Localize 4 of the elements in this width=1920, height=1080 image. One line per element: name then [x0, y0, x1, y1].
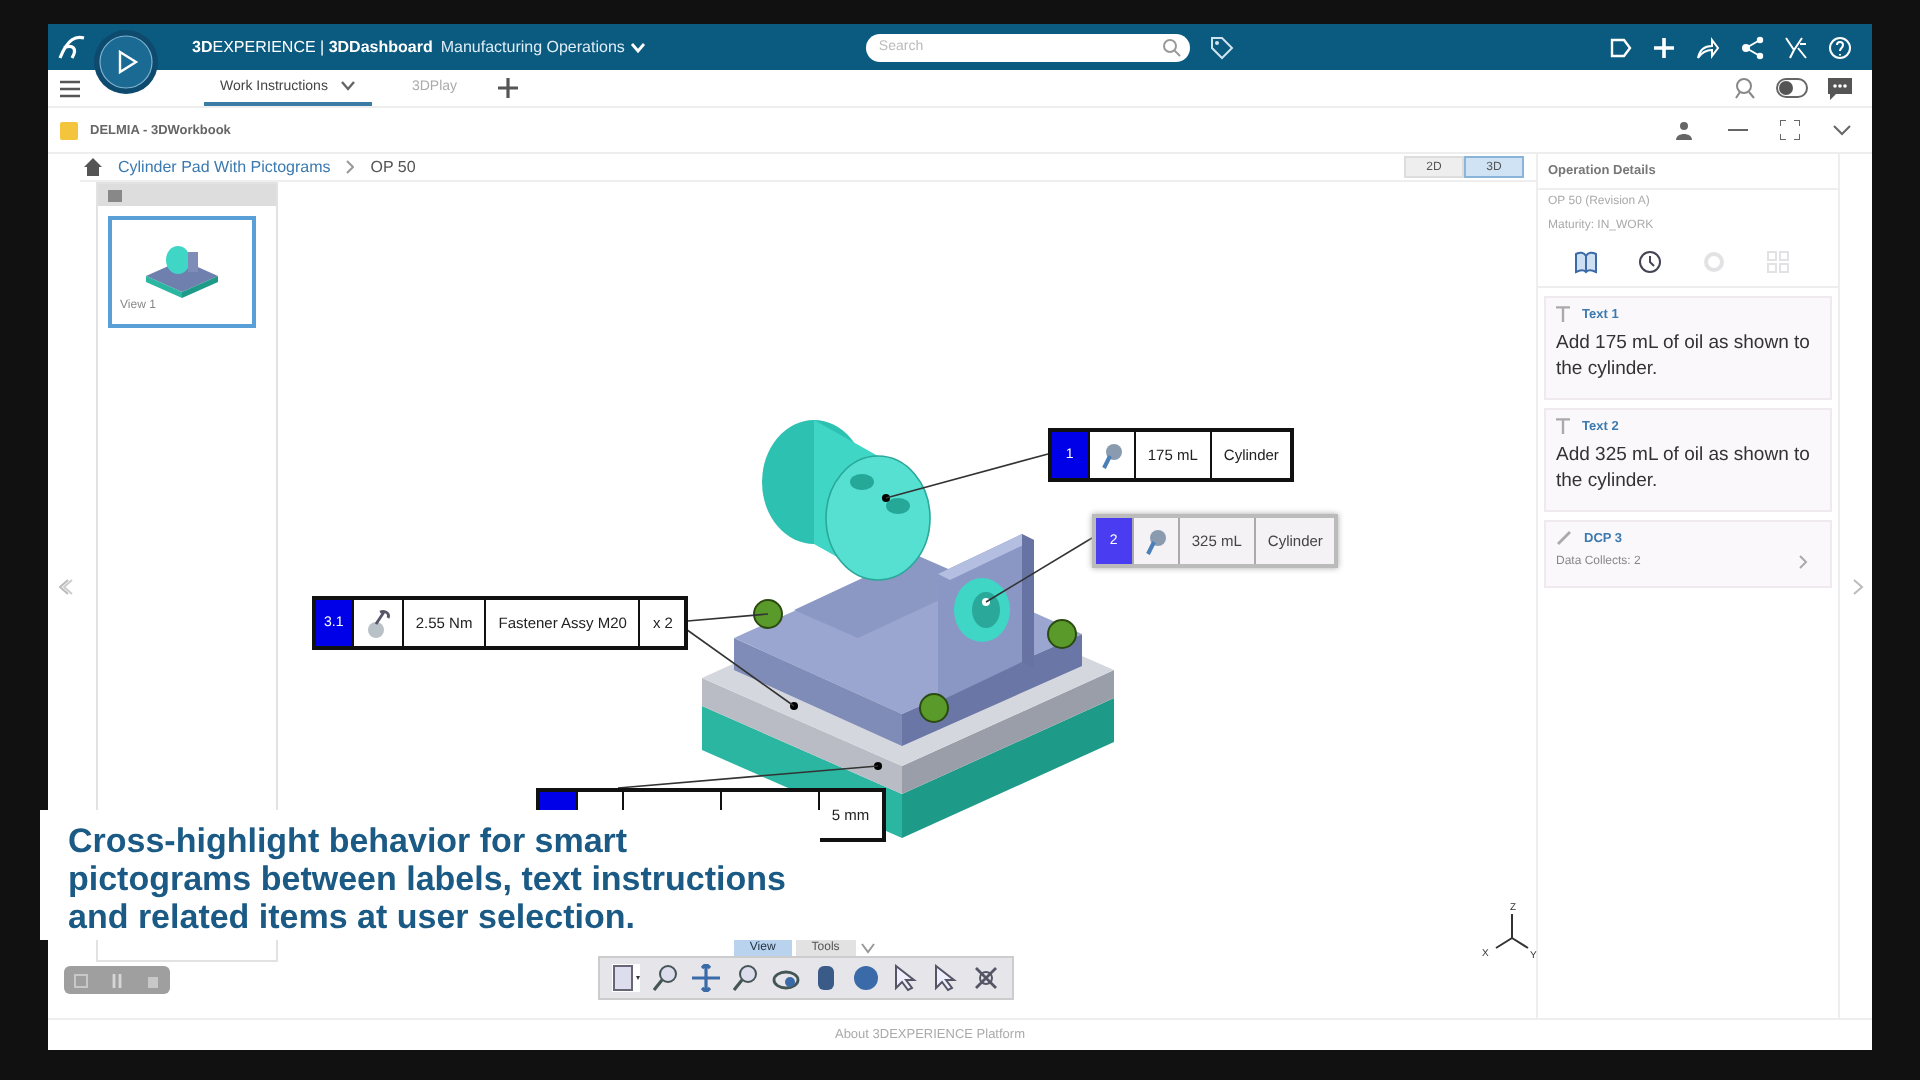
instruction-text: Add 325 mL of oil as shown to the cylinder.	[1556, 442, 1812, 494]
platform-title: 3DEXPERIENCE | 3DDashboard	[192, 38, 433, 56]
instruction-text: Add 175 mL of oil as shown to the cylinder.	[1556, 330, 1812, 382]
caption-text: Cross-highlight behavior for smart pictograms between labels, text instructions and related items at user selection.	[68, 822, 788, 936]
